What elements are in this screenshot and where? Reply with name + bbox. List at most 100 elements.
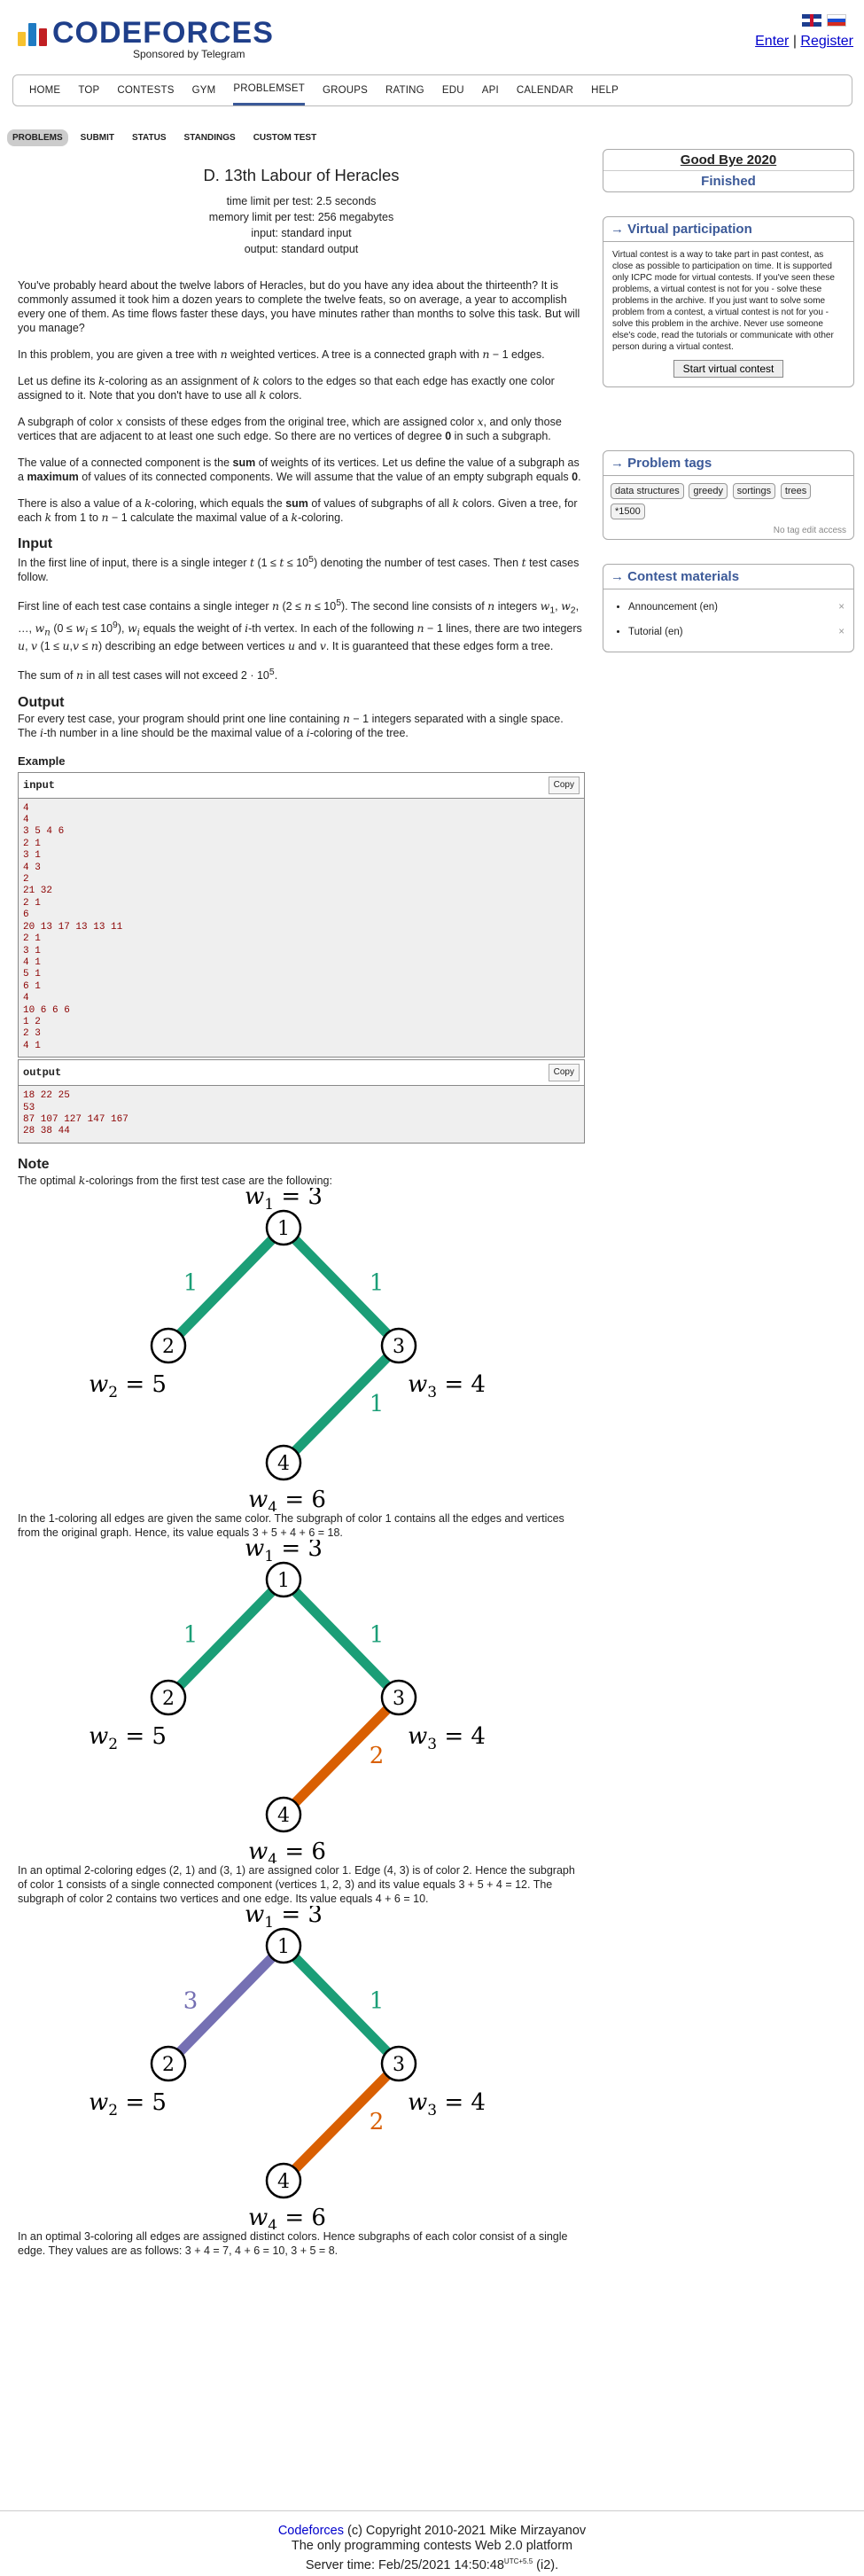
- example-heading: Example: [18, 753, 66, 768]
- edge-color-label: 1: [370, 1269, 385, 1296]
- note-intro: The optimal k-colorings from the first t…: [18, 1173, 332, 1187]
- register-link[interactable]: Register: [800, 34, 853, 49]
- english-flag-icon[interactable]: [802, 14, 821, 27]
- vertex-weight-label: w2 = 5: [89, 1723, 167, 1753]
- vertex-number-label: 1: [277, 1218, 290, 1240]
- vertex-number-label: 2: [162, 2054, 175, 2076]
- close-icon[interactable]: ×: [838, 620, 845, 644]
- menu-problemset[interactable]: PROBLEMSET: [233, 75, 305, 105]
- output-file: output: standard output: [244, 243, 359, 255]
- tree-diagram-3: 3 1 2 1 2 3 4 w1 = 3 w2 = 5 w3 = 4 w4 = 6: [89, 1906, 486, 2229]
- tab-problems[interactable]: PROBLEMS: [7, 129, 68, 146]
- start-virtual-contest-button[interactable]: Start virtual contest: [673, 360, 784, 378]
- vertex-weight-label: w2 = 5: [89, 1371, 167, 1401]
- memory-limit: memory limit per test: 256 megabytes: [208, 211, 394, 223]
- edge-color-label: 1: [370, 1621, 385, 1648]
- contest-materials-title: → Contest materials: [603, 565, 853, 589]
- enter-link[interactable]: Enter: [755, 34, 789, 49]
- tab-custom-test[interactable]: CUSTOM TEST: [248, 129, 322, 146]
- footer-instance: (i2).: [533, 2557, 559, 2572]
- close-icon[interactable]: ×: [838, 595, 845, 620]
- note-text-2: In an optimal 2-coloring edges (2, 1) an…: [18, 1863, 575, 1905]
- input-file: input: standard input: [251, 227, 352, 239]
- logo-bars-icon: [18, 23, 47, 46]
- vertex-weight-label: w3 = 4: [408, 1371, 486, 1401]
- material-announcement-label[interactable]: Announcement (en): [628, 602, 718, 613]
- vertex-weight-label: w4 = 6: [248, 2205, 326, 2229]
- vertex-number-label: 3: [393, 2054, 405, 2076]
- tag-sortings[interactable]: sortings: [732, 483, 776, 499]
- edge-color-label: 1: [370, 1391, 385, 1417]
- tag-data-structures[interactable]: data structures: [611, 483, 684, 499]
- vertex-weight-label: w1 = 3: [245, 1906, 323, 1932]
- footer-platform: The only programming contests Web 2.0 pl…: [291, 2539, 573, 2553]
- menu-contests[interactable]: CONTESTS: [117, 75, 174, 105]
- vertex-number-label: 4: [277, 1453, 290, 1475]
- problem-tags-box: → Problem tags data structures greedy so…: [603, 450, 854, 540]
- main-menu: HOME TOP CONTESTS GYM PROBLEMSET GROUPS …: [12, 74, 852, 106]
- menu-groups[interactable]: GROUPS: [323, 75, 368, 105]
- russian-flag-icon[interactable]: [827, 14, 846, 27]
- footer: Codeforces (c) Copyright 2010-2021 Mike …: [0, 2510, 864, 2573]
- tab-submit[interactable]: SUBMIT: [75, 129, 120, 146]
- tab-status[interactable]: STATUS: [127, 129, 172, 146]
- contest-name[interactable]: Good Bye 2020: [603, 150, 853, 171]
- menu-top[interactable]: TOP: [78, 75, 99, 105]
- legend-paragraph-2: In this problem, you are given a tree wi…: [18, 347, 545, 361]
- footer-copyright: (c) Copyright 2010-2021 Mike Mirzayanov: [343, 2524, 587, 2538]
- vertex-weight-label: w2 = 5: [89, 2089, 167, 2119]
- copy-input-button[interactable]: Copy: [548, 776, 580, 794]
- vertex-weight-label: w1 = 3: [245, 1540, 323, 1565]
- sample-input-label: input: [23, 778, 56, 792]
- contest-status: Finished: [701, 174, 756, 189]
- menu-gym[interactable]: GYM: [192, 75, 216, 105]
- vertex-weight-label: w4 = 6: [248, 1838, 326, 1863]
- tag-trees[interactable]: trees: [780, 483, 812, 499]
- menu-rating[interactable]: RATING: [385, 75, 424, 105]
- tab-standings[interactable]: STANDINGS: [179, 129, 241, 146]
- sample-input-box: input Copy 4 4 3 5 4 6 2 1 3 1 4 3 2 21 3…: [18, 771, 585, 1058]
- input-paragraph-2: First line of each test case contains a …: [18, 598, 582, 653]
- edge-color-label: 2: [370, 2109, 385, 2135]
- copy-output-button[interactable]: Copy: [548, 1064, 580, 1082]
- note-heading: Note: [18, 1156, 50, 1172]
- sample-input[interactable]: 4 4 3 5 4 6 2 1 3 1 4 3 2 21 32 2 1 6 20…: [19, 798, 584, 1058]
- footer-timezone: UTC+5.5: [503, 2557, 533, 2565]
- problem-tags-title: → Problem tags: [603, 451, 853, 476]
- input-paragraph-3: The sum of n in all test cases will not …: [18, 667, 278, 683]
- menu-edu[interactable]: EDU: [442, 75, 464, 105]
- vertex-number-label: 4: [277, 1805, 290, 1827]
- menu-api[interactable]: API: [482, 75, 499, 105]
- sample-output[interactable]: 18 22 25 53 87 107 127 147 167 28 38 44: [19, 1086, 584, 1143]
- input-paragraph-1: In the first line of input, there is a s…: [18, 555, 580, 584]
- legend-paragraph-1: You've probably heard about the twelve l…: [18, 279, 580, 334]
- time-limit: time limit per test: 2.5 seconds: [226, 195, 377, 207]
- material-tutorial[interactable]: Tutorial (en) ×: [628, 620, 853, 644]
- virtual-participation-box: → Virtual participation Virtual contest …: [603, 216, 854, 387]
- sample-output-label: output: [23, 1066, 62, 1080]
- logo-text: CODEFORCES: [52, 16, 274, 50]
- codeforces-logo[interactable]: CODEFORCES: [18, 16, 274, 50]
- virtual-participation-title: → Virtual participation: [603, 217, 853, 242]
- output-paragraph: For every test case, your program should…: [18, 711, 564, 739]
- output-heading: Output: [18, 694, 65, 710]
- material-announcement[interactable]: Announcement (en) ×: [628, 595, 853, 620]
- legend-paragraph-6: There is also a value of a k-coloring, w…: [18, 496, 578, 524]
- problem-statement: D. 13th Labour of Heracles time limit pe…: [18, 165, 585, 2258]
- tree-diagram-1: 1 1 1 1 2 3 4 w1 = 3 w2 = 5 w3 = 4 w4 = 6: [89, 1188, 486, 1511]
- vertex-number-label: 3: [393, 1336, 405, 1358]
- vertex-weight-label: w3 = 4: [408, 2089, 486, 2119]
- vertex-weight-label: w4 = 6: [248, 1487, 326, 1511]
- tag-greedy[interactable]: greedy: [689, 483, 728, 499]
- footer-codeforces-link[interactable]: Codeforces: [278, 2524, 344, 2538]
- menu-help[interactable]: HELP: [591, 75, 619, 105]
- menu-calendar[interactable]: CALENDAR: [517, 75, 573, 105]
- material-tutorial-label[interactable]: Tutorial (en): [628, 627, 683, 637]
- contest-box: Good Bye 2020 Finished: [603, 149, 854, 192]
- tree-diagram-2: 1 1 2 1 2 3 4 w1 = 3 w2 = 5 w3 = 4 w4 = 6: [89, 1540, 486, 1863]
- legend-paragraph-5: The value of a connected component is th…: [18, 457, 581, 483]
- edge-color-label: 3: [183, 1987, 198, 2014]
- tag-difficulty[interactable]: *1500: [611, 503, 645, 519]
- menu-home[interactable]: HOME: [29, 75, 60, 105]
- no-tag-edit-note: No tag edit access: [773, 526, 846, 535]
